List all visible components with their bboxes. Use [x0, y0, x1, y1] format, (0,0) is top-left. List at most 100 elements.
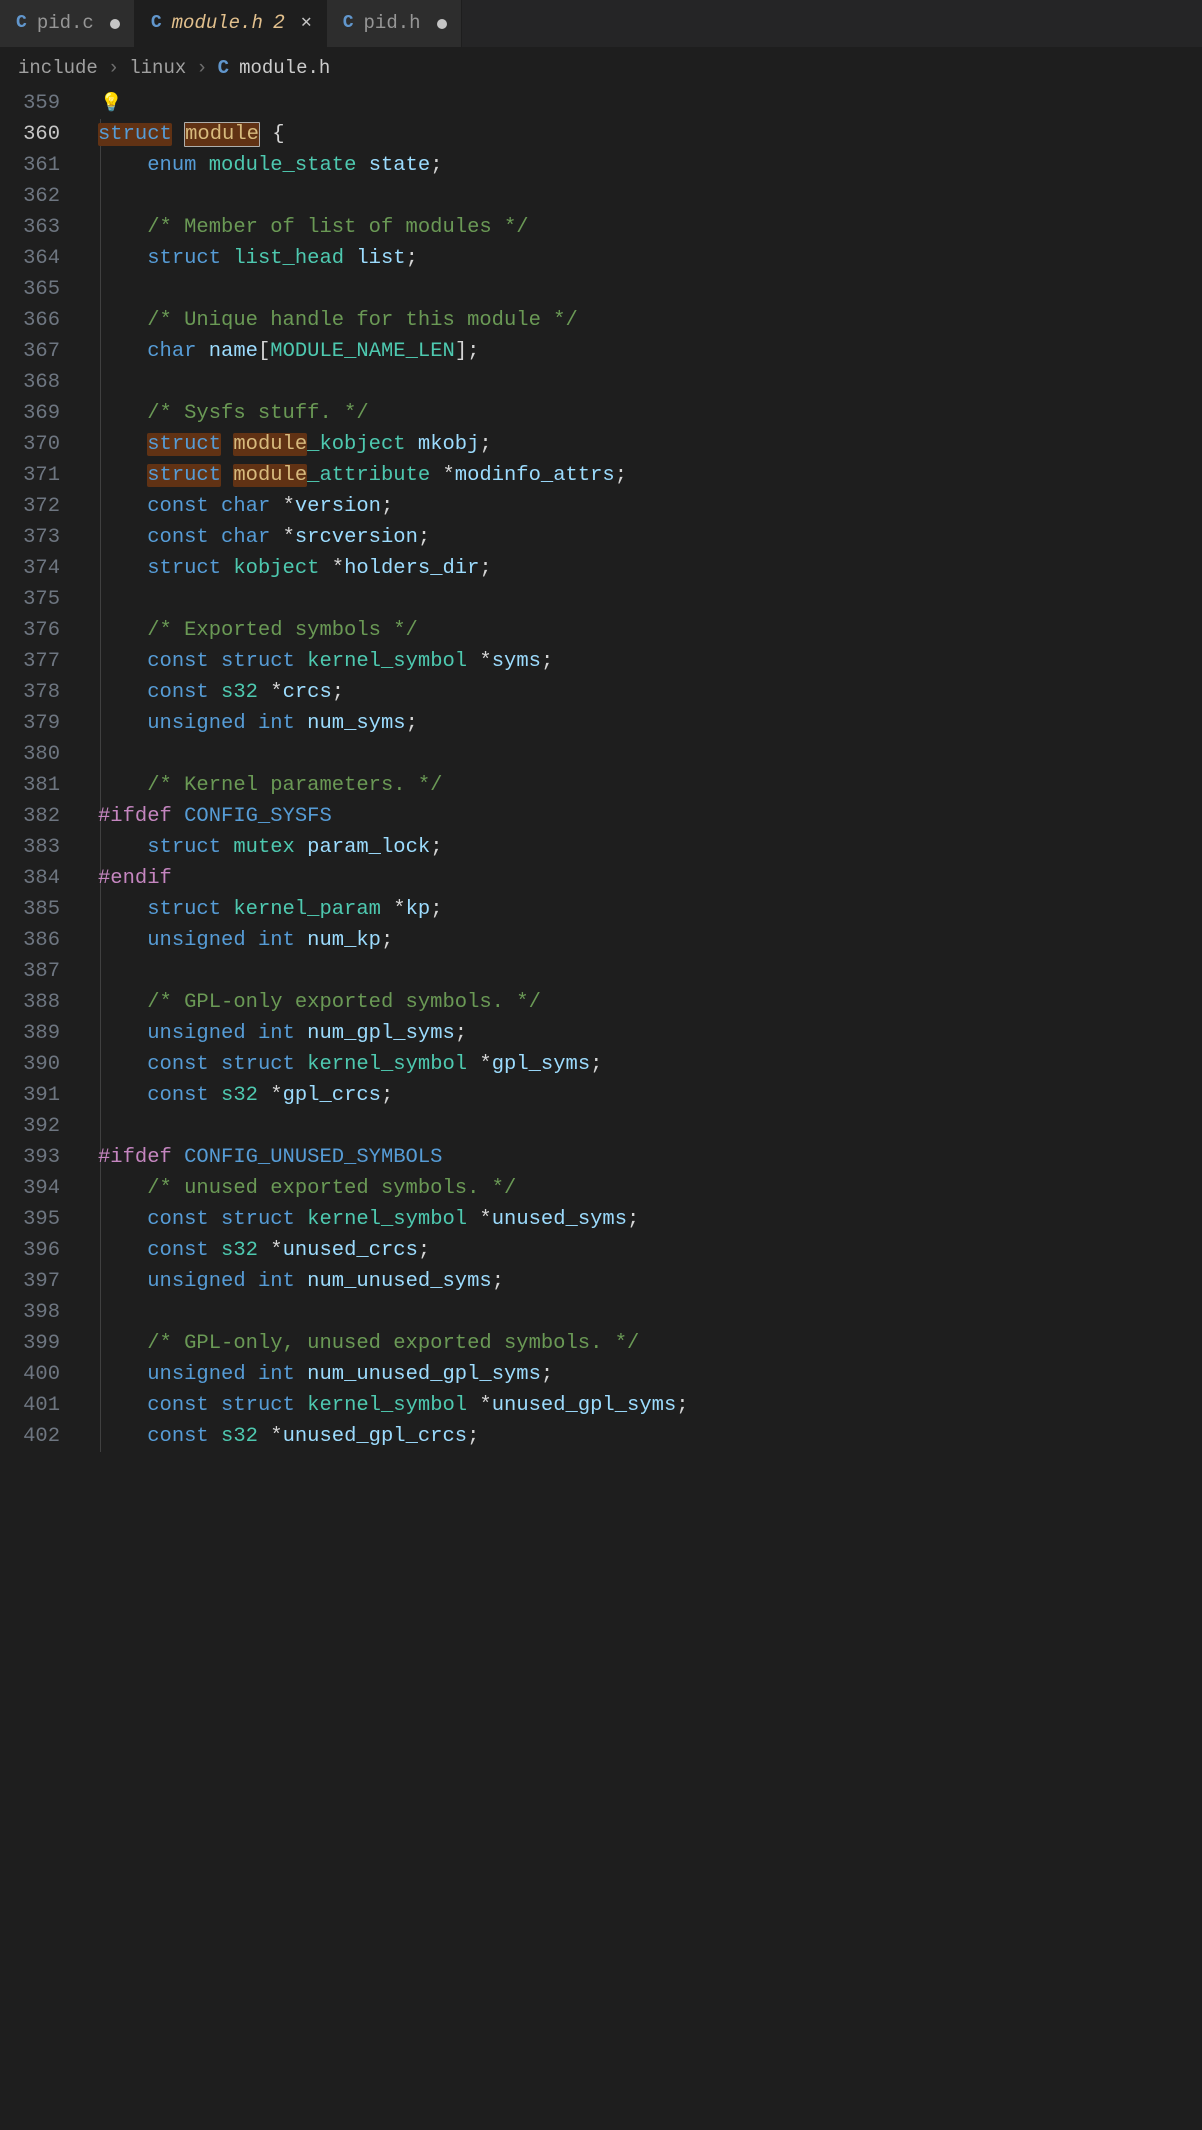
code-line[interactable] — [88, 181, 1202, 212]
identifier: kp — [406, 898, 431, 921]
line-number: 373 — [0, 522, 60, 553]
code-line[interactable]: const char *srcversion; — [88, 522, 1202, 553]
code-line[interactable]: const struct kernel_symbol *unused_gpl_s… — [88, 1390, 1202, 1421]
code-line[interactable]: #ifdef CONFIG_UNUSED_SYMBOLS — [88, 1142, 1202, 1173]
tab-pid-h[interactable]: C pid.h — [327, 0, 462, 47]
code-line[interactable] — [88, 274, 1202, 305]
c-lang-icon: C — [151, 10, 162, 37]
type-name: s32 — [221, 1084, 258, 1107]
code-line[interactable]: struct kernel_param *kp; — [88, 894, 1202, 925]
code-line[interactable]: 💡 — [88, 88, 1202, 119]
highlighted-word: module — [233, 433, 307, 456]
code-line[interactable]: struct list_head list; — [88, 243, 1202, 274]
keyword: struct — [147, 247, 221, 270]
editor[interactable]: 3593603613623633643653663673683693703713… — [0, 88, 1202, 1452]
code-line[interactable] — [88, 1111, 1202, 1142]
keyword: unsigned — [147, 929, 245, 952]
code-line[interactable]: const struct kernel_symbol *gpl_syms; — [88, 1049, 1202, 1080]
code-line[interactable]: #ifdef CONFIG_SYSFS — [88, 801, 1202, 832]
code-line[interactable] — [88, 956, 1202, 987]
keyword: const — [147, 1425, 209, 1448]
c-lang-icon: C — [343, 10, 354, 37]
code-line[interactable]: /* Member of list of modules */ — [88, 212, 1202, 243]
code-line[interactable]: /* Kernel parameters. */ — [88, 770, 1202, 801]
line-number: 372 — [0, 491, 60, 522]
code-line[interactable]: const s32 *gpl_crcs; — [88, 1080, 1202, 1111]
comment: /* unused exported symbols. */ — [147, 1177, 516, 1200]
comment: /* Member of list of modules */ — [147, 216, 528, 239]
keyword: char — [147, 340, 196, 363]
code-line[interactable] — [88, 739, 1202, 770]
code-line[interactable]: /* Exported symbols */ — [88, 615, 1202, 646]
code-line[interactable]: unsigned int num_unused_gpl_syms; — [88, 1359, 1202, 1390]
keyword: unsigned — [147, 1270, 245, 1293]
code-line[interactable]: unsigned int num_gpl_syms; — [88, 1018, 1202, 1049]
identifier: unused_syms — [492, 1208, 627, 1231]
code-line[interactable]: /* Unique handle for this module */ — [88, 305, 1202, 336]
code-line[interactable]: unsigned int num_kp; — [88, 925, 1202, 956]
identifier: state — [369, 154, 431, 177]
line-number: 365 — [0, 274, 60, 305]
line-number: 395 — [0, 1204, 60, 1235]
code-line[interactable]: const s32 *crcs; — [88, 677, 1202, 708]
code-line[interactable] — [88, 1297, 1202, 1328]
tab-pid-c[interactable]: C pid.c — [0, 0, 135, 47]
keyword: struct — [221, 1208, 295, 1231]
type-name: MODULE_NAME_LEN — [270, 340, 455, 363]
keyword: struct — [221, 650, 295, 673]
comment: /* Sysfs stuff. */ — [147, 402, 368, 425]
code-line[interactable]: struct module { — [88, 119, 1202, 150]
identifier: unused_gpl_syms — [492, 1394, 677, 1417]
code-line[interactable]: struct module_kobject mkobj; — [88, 429, 1202, 460]
code-line[interactable]: unsigned int num_unused_syms; — [88, 1266, 1202, 1297]
type-name: s32 — [221, 1425, 258, 1448]
tab-label: pid.h — [364, 9, 421, 38]
code-line[interactable]: /* GPL-only exported symbols. */ — [88, 987, 1202, 1018]
preprocessor: #ifdef — [98, 1146, 172, 1169]
line-number: 392 — [0, 1111, 60, 1142]
highlighted-word: module — [233, 464, 307, 487]
comment: /* Unique handle for this module */ — [147, 309, 578, 332]
code-line[interactable]: /* unused exported symbols. */ — [88, 1173, 1202, 1204]
code-line[interactable]: /* GPL-only, unused exported symbols. */ — [88, 1328, 1202, 1359]
code-line[interactable] — [88, 584, 1202, 615]
keyword: const — [147, 681, 209, 704]
code-line[interactable]: struct module_attribute *modinfo_attrs; — [88, 460, 1202, 491]
line-number: 386 — [0, 925, 60, 956]
line-number: 385 — [0, 894, 60, 925]
code-line[interactable]: enum module_state state; — [88, 150, 1202, 181]
code-line[interactable]: unsigned int num_syms; — [88, 708, 1202, 739]
c-lang-icon: C — [16, 10, 27, 37]
code-line[interactable]: #endif — [88, 863, 1202, 894]
code-line[interactable]: /* Sysfs stuff. */ — [88, 398, 1202, 429]
code-line[interactable] — [88, 367, 1202, 398]
line-number: 364 — [0, 243, 60, 274]
keyword: const — [147, 1208, 209, 1231]
code-line[interactable]: struct kobject *holders_dir; — [88, 553, 1202, 584]
line-number: 401 — [0, 1390, 60, 1421]
line-number-gutter: 3593603613623633643653663673683693703713… — [0, 88, 88, 1452]
comment: /* GPL-only, unused exported symbols. */ — [147, 1332, 639, 1355]
keyword: const — [147, 1394, 209, 1417]
code-line[interactable]: char name[MODULE_NAME_LEN]; — [88, 336, 1202, 367]
code-area[interactable]: 💡struct module { enum module_state state… — [88, 88, 1202, 1452]
code-line[interactable]: const char *version; — [88, 491, 1202, 522]
code-line[interactable]: struct mutex param_lock; — [88, 832, 1202, 863]
type-name: s32 — [221, 681, 258, 704]
code-line[interactable]: const struct kernel_symbol *unused_syms; — [88, 1204, 1202, 1235]
lightbulb-icon[interactable]: 💡 — [100, 89, 122, 120]
code-line[interactable]: const struct kernel_symbol *syms; — [88, 646, 1202, 677]
preprocessor: #endif — [98, 867, 172, 890]
keyword: const — [147, 1053, 209, 1076]
close-icon[interactable]: ✕ — [301, 10, 312, 37]
code-line[interactable]: const s32 *unused_crcs; — [88, 1235, 1202, 1266]
type-name: kernel_symbol — [307, 650, 467, 673]
line-number: 368 — [0, 367, 60, 398]
crumb-folder[interactable]: include — [18, 54, 98, 83]
crumb-file[interactable]: module.h — [239, 54, 330, 83]
crumb-folder[interactable]: linux — [129, 54, 186, 83]
identifier: num_kp — [307, 929, 381, 952]
code-line[interactable]: const s32 *unused_gpl_crcs; — [88, 1421, 1202, 1452]
tab-module-h[interactable]: C module.h 2 ✕ — [135, 0, 327, 47]
identifier: num_gpl_syms — [307, 1022, 455, 1045]
